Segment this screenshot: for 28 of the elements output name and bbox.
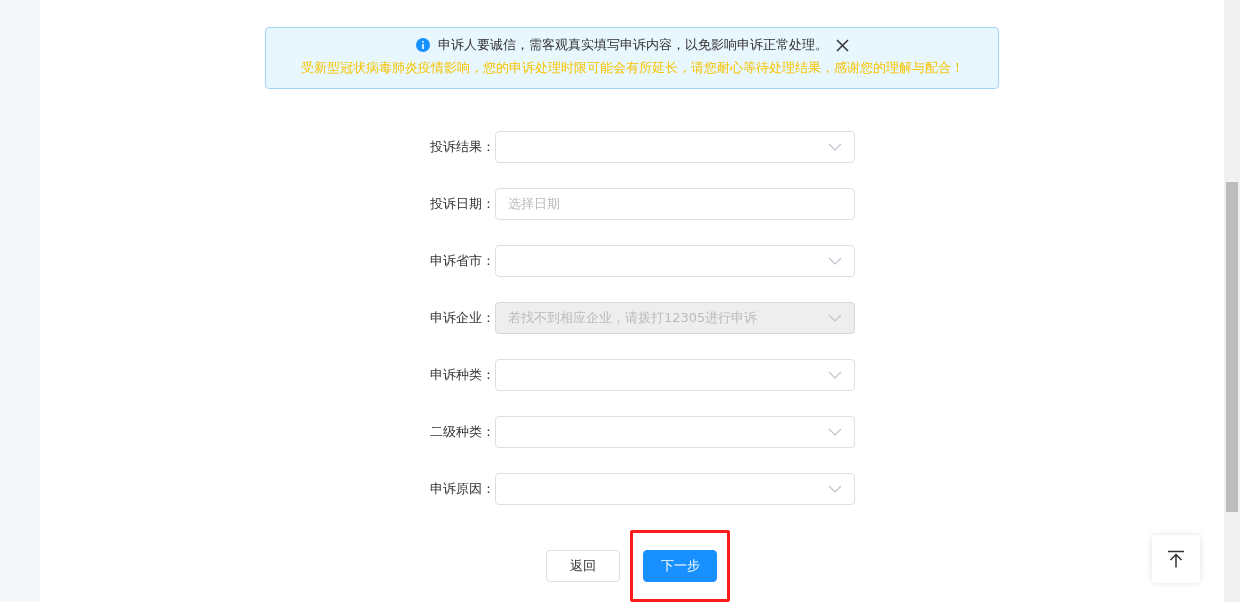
select-field[interactable] (495, 245, 855, 277)
select-field[interactable] (495, 473, 855, 505)
scrollbar[interactable] (1224, 0, 1240, 602)
field-label: 投诉结果： (429, 138, 495, 156)
chevron-down-icon (828, 257, 842, 265)
select-field[interactable] (495, 359, 855, 391)
info-icon (415, 38, 430, 52)
field-label: 申诉省市： (429, 252, 495, 270)
arrow-up-icon (1167, 550, 1185, 568)
back-to-top-button[interactable] (1152, 535, 1200, 583)
close-icon[interactable] (835, 38, 849, 52)
field-label: 申诉企业： (429, 309, 495, 327)
chevron-down-icon (828, 314, 842, 322)
chevron-down-icon (828, 485, 842, 493)
chevron-down-icon (828, 143, 842, 151)
select-field[interactable] (495, 416, 855, 448)
field-label: 申诉原因： (429, 480, 495, 498)
field-label: 二级种类： (429, 423, 495, 441)
date-field[interactable]: 选择日期 (495, 188, 855, 220)
notice-message: 申诉人要诚信，需客观真实填写申诉内容，以免影响申诉正常处理。 (437, 36, 828, 54)
chevron-down-icon (828, 428, 842, 436)
back-button[interactable]: 返回 (546, 550, 620, 582)
field-label: 申诉种类： (429, 366, 495, 384)
next-button[interactable]: 下一步 (643, 550, 717, 582)
notice-warning: 受新型冠状病毒肺炎疫情影响，您的申诉处理时限可能会有所延长，请您耐心等待处理结果，感谢您的理解与配合！ (300, 60, 964, 77)
select-field[interactable] (495, 131, 855, 163)
field-label: 投诉日期： (429, 195, 495, 213)
chevron-down-icon (828, 371, 842, 379)
